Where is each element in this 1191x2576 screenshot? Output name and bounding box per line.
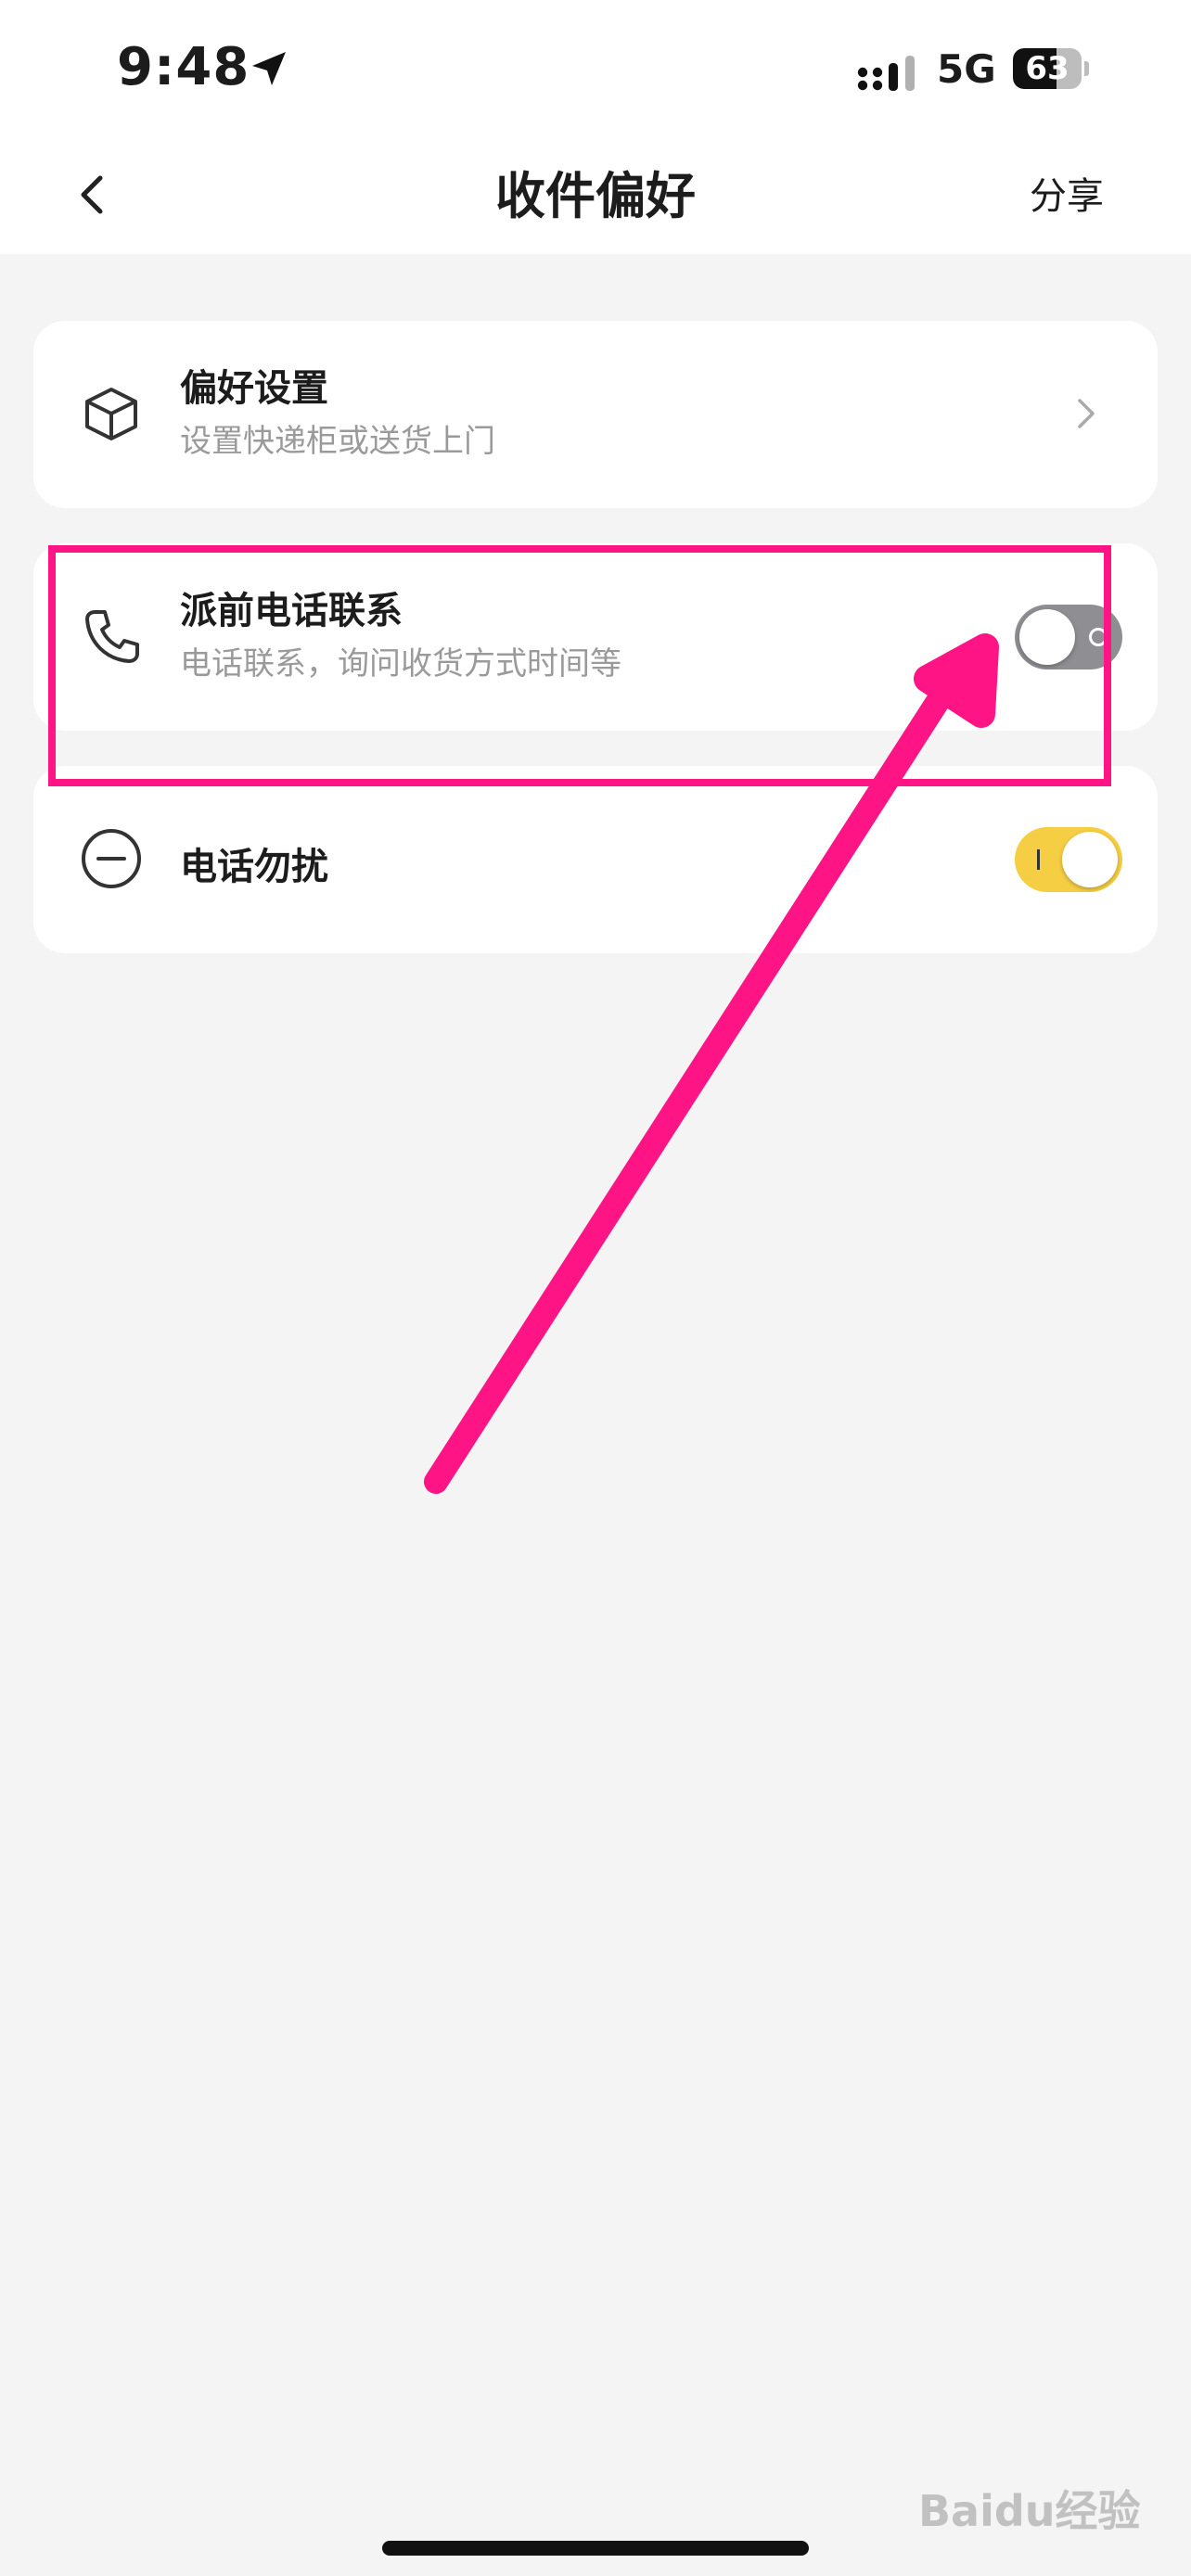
toggle-knob [1062,832,1118,887]
do-not-disturb-toggle[interactable] [1015,827,1122,892]
chevron-right-icon [1078,399,1095,428]
battery-percent: 63 [1025,50,1069,87]
do-not-disturb-row: 电话勿扰 [33,766,1158,953]
battery-indicator: 63 [1013,48,1089,91]
row-title: 电话勿扰 [180,846,328,888]
page-title: 收件偏好 [495,167,696,225]
nav-bar: 收件偏好 分享 [0,139,1191,254]
status-bar: 9:48 5G 63 [0,0,1191,139]
row-title: 偏好设置 [180,367,328,410]
location-arrow-icon [252,52,286,85]
minus-circle-icon [82,829,141,888]
box-icon [85,388,137,440]
watermark: Baidu经验 [918,2486,1141,2536]
preference-settings-row[interactable]: 偏好设置 设置快递柜或送货上门 [33,321,1158,508]
home-indicator[interactable] [382,2541,809,2556]
annotation-highlight-box [48,545,1111,786]
row-subtitle: 设置快递柜或送货上门 [180,423,495,460]
signal-icon [857,56,915,91]
share-button[interactable]: 分享 [1030,167,1104,226]
status-time: 9:48 [117,37,250,97]
network-type: 5G [937,46,996,92]
toggle-on-glyph [1037,849,1040,870]
